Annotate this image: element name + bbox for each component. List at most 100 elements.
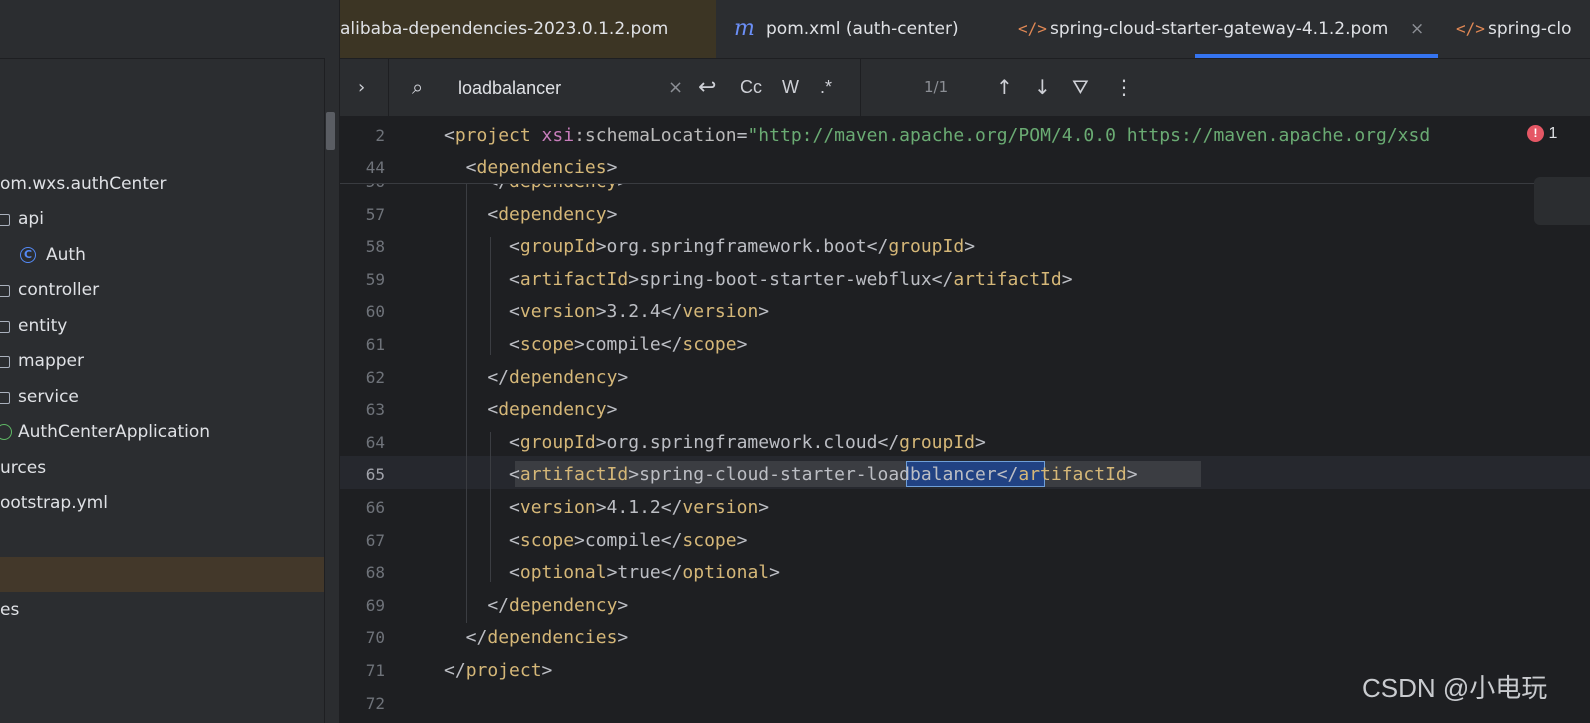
xml-file-icon: </>	[1456, 19, 1485, 38]
tree-item[interactable]: entity	[0, 309, 324, 344]
code-token: version	[682, 301, 759, 323]
code-token: groupId	[519, 431, 596, 453]
watermark: CSDN @小电玩	[1362, 673, 1548, 703]
code-token: dependencies	[476, 157, 607, 178]
tree-item[interactable]: controller	[0, 273, 324, 308]
folder-icon	[0, 356, 10, 368]
arrow-up-icon[interactable]: ↑	[996, 59, 1013, 116]
tree-item-label: api	[18, 209, 44, 229]
code-token: <	[444, 236, 520, 258]
line-number: 70	[365, 628, 385, 648]
more-icon[interactable]: ⋮	[1114, 59, 1134, 116]
tree-item[interactable]: api	[0, 202, 324, 237]
tree-item-label: mapper	[18, 351, 85, 371]
tree-item[interactable]: C Auth	[0, 238, 324, 273]
tree-item[interactable]: es	[0, 593, 324, 628]
tree-item-label: urces	[0, 458, 47, 478]
sticky-lines: 2 <project xsi:schemaLocation="http://mav…	[340, 117, 1590, 184]
code-token: dependency	[509, 366, 618, 388]
project-panel: om.wxs.authCenter api C Auth controller entit…	[0, 0, 340, 723]
new-line-icon[interactable]: ↩	[698, 59, 716, 116]
line-number: 59	[365, 269, 385, 289]
tree-item[interactable]	[0, 557, 324, 592]
code-token: >	[736, 334, 748, 355]
tree-item-label: service	[18, 387, 79, 407]
code-token: <	[444, 157, 477, 178]
project-scrollbar-thumb[interactable]	[326, 112, 335, 150]
error-indicator[interactable]: ! 1	[1527, 125, 1557, 143]
code-line: 62 </dependency>	[340, 361, 1590, 394]
chevron-right-icon[interactable]: ›	[358, 59, 365, 116]
code-token: </	[444, 660, 466, 681]
code-token: >3.2.4</	[595, 301, 683, 323]
tab-pom-auth-center[interactable]: m pom.xml (auth-center)	[718, 0, 1000, 58]
tab-label: alibaba-dependencies-2023.0.1.2.pom	[340, 19, 669, 39]
code-token: dependency	[509, 594, 618, 616]
code-token: <	[444, 268, 520, 290]
code-token: artifactId	[519, 268, 629, 290]
code-text: <dependency>	[444, 393, 617, 426]
tab-spring-cloud-starter-gateway[interactable]: </> spring-cloud-starter-gateway-4.1.2.p…	[1000, 0, 1438, 58]
tree-item-label: es	[0, 600, 20, 620]
code-token: dependencies	[487, 627, 618, 649]
editor-tab-bar: alibaba-dependencies-2023.0.1.2.pom m po…	[340, 0, 1590, 59]
match-count: 1/1	[924, 78, 949, 96]
tab-alibaba-dependencies[interactable]: alibaba-dependencies-2023.0.1.2.pom	[340, 0, 716, 58]
tree-item[interactable]: AuthCenterApplication	[0, 415, 324, 450]
ai-assistant-icon[interactable]	[1534, 177, 1590, 225]
xml-file-icon: </>	[1018, 19, 1047, 38]
code-token: "http://maven.apache.org/POM/4.0.0 https…	[747, 125, 1431, 146]
code-token: >	[975, 431, 986, 453]
arrow-down-icon[interactable]: ↓	[1034, 59, 1051, 116]
tree-item[interactable]: om.wxs.authCenter	[0, 167, 324, 202]
code-token: <	[444, 529, 520, 551]
tree-item[interactable]: ootstrap.yml	[0, 486, 324, 521]
code-token: >	[769, 562, 780, 584]
folder-icon	[0, 285, 10, 297]
code-text: <groupId>org.springframework.boot</group…	[444, 230, 975, 263]
match-case-toggle[interactable]: Cc	[740, 59, 762, 116]
tab-spring-cloud[interactable]: </> spring-clo	[1440, 0, 1590, 58]
code-editor[interactable]: 56 </dependency>57 <dependency>58 <group…	[340, 117, 1590, 723]
code-text: <scope>compile</scope>	[444, 524, 747, 557]
code-token: groupId	[519, 236, 596, 258]
code-token: >	[1061, 268, 1073, 290]
code-token: >true</	[606, 562, 683, 584]
code-token: <	[444, 301, 520, 323]
code-token: >	[606, 399, 618, 421]
spring-app-icon	[0, 424, 12, 440]
whole-words-toggle[interactable]: W	[782, 59, 799, 116]
close-icon[interactable]: ×	[1410, 0, 1424, 58]
code-line: 44 <dependencies>	[340, 151, 1590, 184]
search-icon[interactable]: ⌕	[412, 59, 423, 116]
code-text: </dependency>	[444, 361, 628, 394]
code-token: <	[444, 464, 520, 486]
tab-label: spring-cloud-starter-gateway-4.1.2.pom	[1050, 19, 1389, 39]
code-text: <project xsi:schemaLocation="http://mave…	[444, 119, 1430, 152]
code-token: >	[617, 366, 629, 388]
code-token: >	[1126, 464, 1138, 486]
code-text: <optional>true</optional>	[444, 556, 780, 589]
line-number: 65	[365, 465, 385, 485]
project-scrollbar[interactable]	[324, 58, 339, 723]
code-text: </project>	[444, 654, 552, 687]
tree-item[interactable]: mapper	[0, 344, 324, 379]
line-number: 44	[365, 158, 385, 177]
divider	[860, 59, 861, 116]
code-token: optional	[519, 562, 607, 584]
search-input[interactable]	[458, 75, 658, 101]
regex-toggle[interactable]: .*	[820, 59, 832, 116]
line-number: 58	[365, 237, 385, 257]
code-token: groupId	[888, 236, 965, 258]
line-number: 64	[365, 432, 385, 452]
filter-icon[interactable]: ⛛	[1072, 59, 1089, 116]
tree-item[interactable]: service	[0, 380, 324, 415]
tree-item[interactable]: urces	[0, 451, 324, 486]
code-token: <	[444, 203, 499, 225]
code-token: version	[519, 301, 596, 323]
clear-icon[interactable]: ×	[668, 59, 683, 116]
code-token: >	[541, 660, 553, 681]
code-token: >	[606, 203, 618, 225]
tab-label: spring-clo	[1488, 19, 1572, 39]
line-number: 62	[365, 367, 385, 387]
